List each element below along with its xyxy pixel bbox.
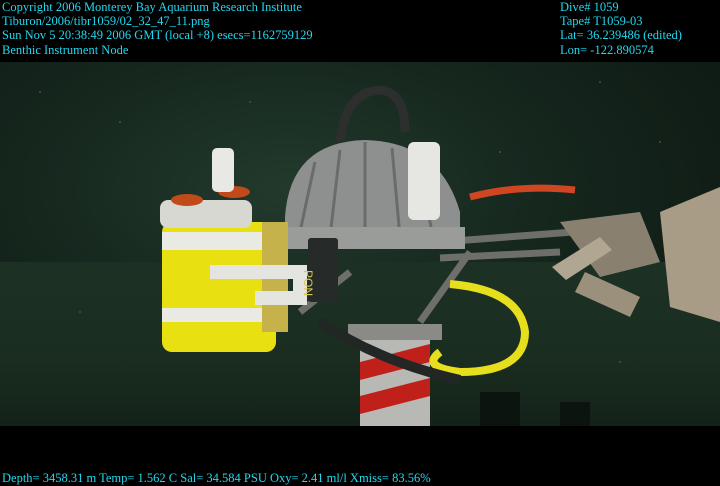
overlay-lon: Lon= -122.890574 xyxy=(560,43,654,57)
red-hose xyxy=(469,184,576,201)
pon-label: PON xyxy=(301,270,315,296)
seafloor-debris xyxy=(480,392,520,426)
yellow-instrument xyxy=(160,148,288,352)
overlay-text-top-left-4: Benthic Instrument Node xyxy=(2,43,129,57)
seafloor-debris xyxy=(560,402,590,426)
overlay-text-top-left-2: Tiburon/2006/tibr1059/02_32_47_11.png xyxy=(2,14,210,28)
overlay-tape: Tape# T1059-03 xyxy=(560,14,643,28)
robotic-arm xyxy=(552,187,720,322)
overlay-sensor-readout: Depth= 3458.31 m Temp= 1.562 C Sal= 34.5… xyxy=(2,471,431,485)
overlay-text-top-left-1: Copyright 2006 Monterey Bay Aquarium Res… xyxy=(2,0,302,14)
overlay-text-top-left-3: Sun Nov 5 20:38:49 2006 GMT (local +8) e… xyxy=(2,28,313,42)
yellow-cable xyxy=(429,280,530,377)
white-canister xyxy=(408,142,440,220)
instrument-node-illustration: PON xyxy=(39,81,720,426)
overlay-dive: Dive# 1059 xyxy=(560,0,619,14)
underwater-scene: PON xyxy=(0,62,720,426)
overlay-lat: Lat= 36.239486 (edited) xyxy=(560,28,682,42)
handle-cable xyxy=(335,85,410,143)
